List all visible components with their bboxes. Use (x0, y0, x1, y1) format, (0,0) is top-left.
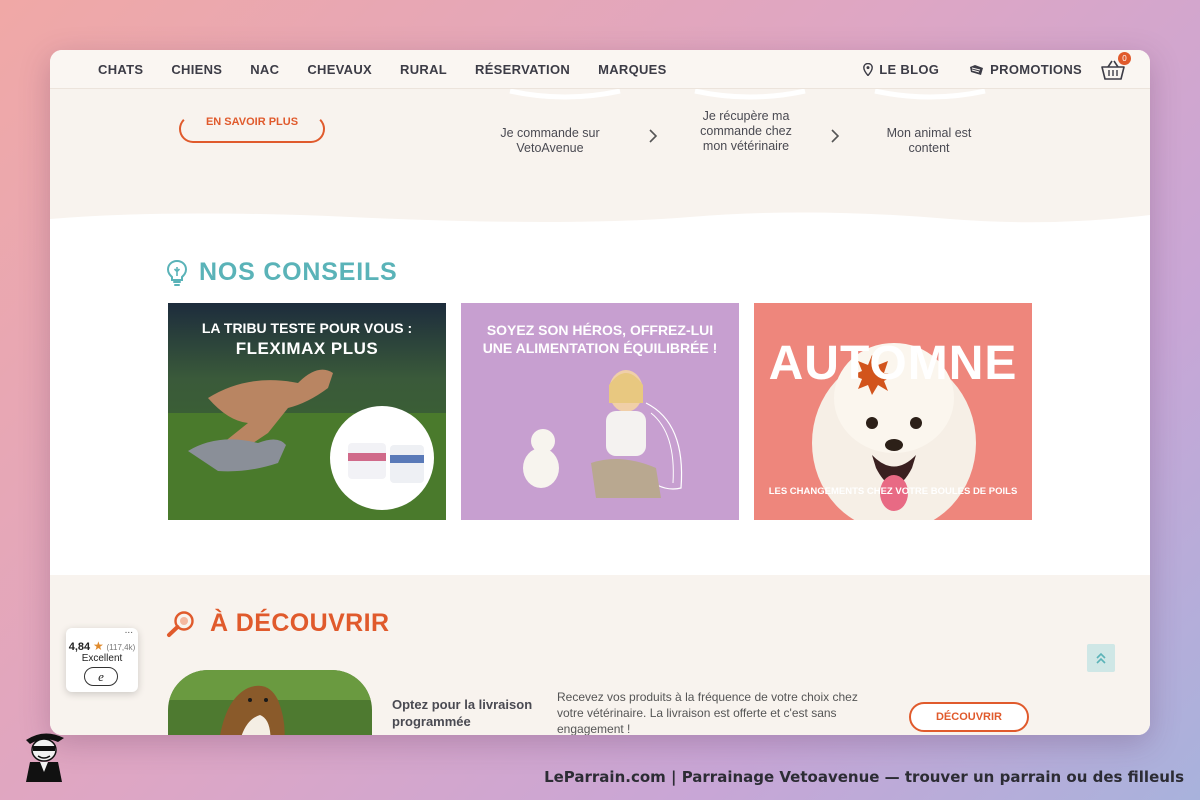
map-pin-icon (863, 63, 874, 76)
trusted-shops-badge: e (84, 667, 118, 686)
nav-item-marques[interactable]: MARQUES (598, 62, 667, 77)
decouvrir-title: À DÉCOUVRIR (210, 609, 390, 637)
step-order-online: Je commande sur VetoAvenue (500, 126, 600, 155)
main-menu: CHATS CHIENS NAC CHEVAUX RURAL RÉSERVATI… (98, 62, 695, 77)
cart-count-badge: 0 (1118, 51, 1131, 65)
automne-subline: LES CHANGEMENTS CHEZ VOTRE BOULES DE POI… (768, 486, 1018, 497)
article-card-fleximax[interactable]: LA TRIBU TESTE POUR VOUS : FLEXIMAX PLUS (168, 303, 446, 520)
rating-count: (117,4k) (106, 643, 136, 652)
decouvrir-section: À DÉCOUVRIR Optez pour la livraison prog… (50, 575, 1150, 735)
blog-label: LE BLOG (879, 62, 940, 77)
article-card-alimentation[interactable]: SOYEZ SON HÉROS, OFFREZ-LUI UNE ALIMENTA… (461, 303, 739, 520)
promo-description: Recevez vos produits à la fréquence de v… (557, 690, 858, 735)
learn-more-label: EN SAVOIR PLUS (205, 116, 299, 128)
rating-label: Excellent (81, 653, 123, 664)
step-pickup-at-vet: Je récupère ma commande chez mon vétérin… (700, 109, 792, 153)
promotions-link[interactable]: PROMOTIONS (969, 62, 1082, 77)
article-card-automne[interactable]: AUTOMNE LES CHANGEMENTS CHEZ VOTRE BOULE… (754, 303, 1032, 520)
nav-right-group: LE BLOG PROMOTIONS 0 (863, 50, 1131, 89)
nav-item-nac[interactable]: NAC (250, 62, 279, 77)
rating-widget[interactable]: ... 4,84 ★ (117,4k) Excellent e (66, 625, 138, 692)
browser-window: CHATS CHIENS NAC CHEVAUX RURAL RÉSERVATI… (50, 50, 1150, 735)
promo-heading: Optez pour la livraison programmée (392, 697, 533, 729)
rating-menu-dots[interactable]: ... (125, 625, 133, 636)
how-it-works-section: EN SAVOIR PLUS Je commande sur VetoAvenu… (50, 89, 1150, 259)
top-navigation: CHATS CHIENS NAC CHEVAUX RURAL RÉSERVATI… (50, 50, 1150, 89)
footer-caption: LeParrain.com | Parrainage Vetoavenue — … (544, 768, 1184, 786)
automne-headline: AUTOMNE (768, 337, 1018, 390)
decouvrir-button[interactable]: DÉCOUVRIR (909, 702, 1029, 732)
nav-item-chiens[interactable]: CHIENS (171, 62, 222, 77)
card-title-line2: FLEXIMAX PLUS (235, 339, 379, 358)
rating-score: 4,84 (68, 641, 91, 653)
cart-button[interactable]: 0 (1100, 51, 1131, 81)
promotions-label: PROMOTIONS (990, 62, 1082, 77)
dog-photo (168, 670, 372, 735)
nav-item-reservation[interactable]: RÉSERVATION (475, 62, 570, 77)
chevron-right-icon (831, 129, 840, 143)
chevron-right-icon (649, 129, 658, 143)
blog-link[interactable]: LE BLOG (863, 62, 939, 77)
step-image-edge (509, 89, 621, 100)
card-title-line1: SOYEZ SON HÉROS, OFFREZ-LUI (486, 322, 714, 338)
step-image-edge (874, 89, 986, 100)
double-chevron-up-icon (1096, 652, 1106, 664)
nav-item-chevaux[interactable]: CHEVAUX (307, 62, 372, 77)
mascot-logo-icon (26, 733, 64, 782)
magnifier-icon (167, 610, 194, 637)
step-happy-pet: Mon animal est content (886, 126, 972, 155)
rating-score-row: 4,84 ★ (117,4k) (66, 639, 138, 653)
step-image-edge (694, 89, 806, 100)
card-title-line1: LA TRIBU TESTE POUR VOUS : (201, 320, 413, 336)
nav-item-rural[interactable]: RURAL (400, 62, 447, 77)
conseils-heading: NOS CONSEILS (165, 258, 398, 287)
star-icon: ★ (92, 639, 104, 653)
section-wave-divider (50, 212, 1150, 259)
tag-icon (970, 64, 984, 75)
lightbulb-icon (166, 259, 188, 286)
learn-more-button[interactable]: EN SAVOIR PLUS (179, 115, 325, 143)
scroll-to-top-button[interactable] (1087, 644, 1115, 672)
conseils-title: NOS CONSEILS (199, 258, 398, 286)
decouvrir-heading: À DÉCOUVRIR (166, 609, 389, 638)
nav-item-chats[interactable]: CHATS (98, 62, 143, 77)
card-title-line2: UNE ALIMENTATION ÉQUILIBRÉE ! (482, 340, 718, 356)
